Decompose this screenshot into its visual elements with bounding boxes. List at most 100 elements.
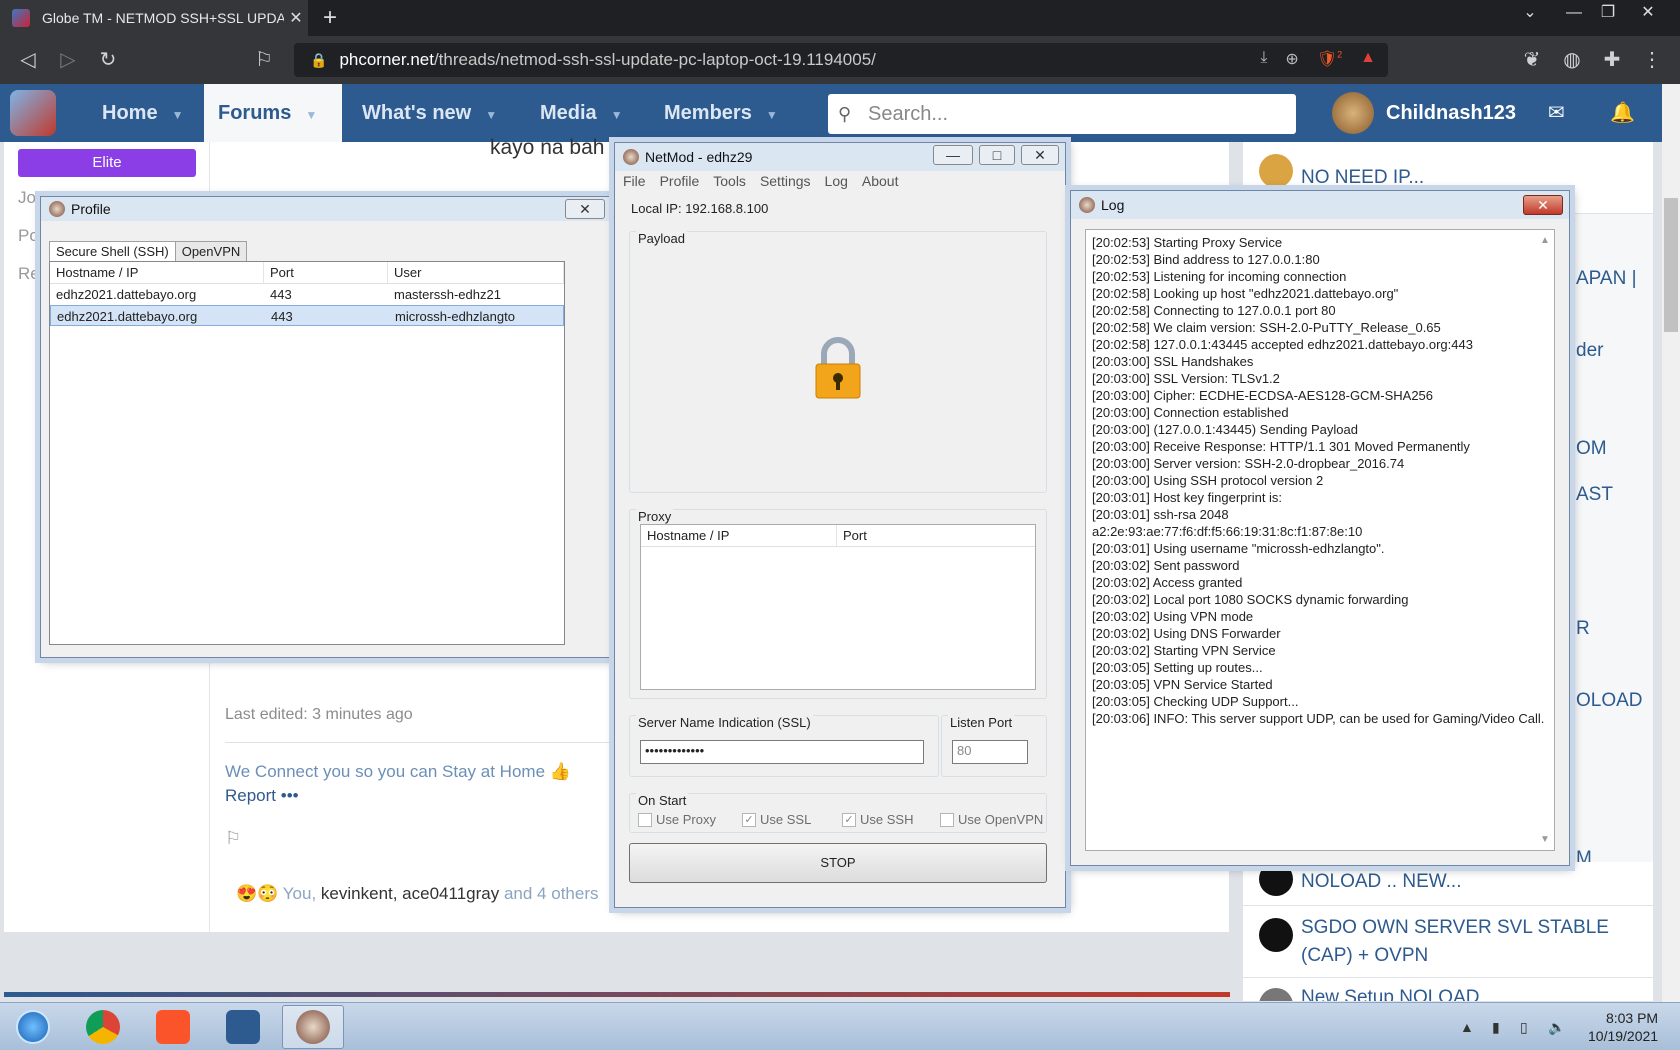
battery-icon[interactable]: ▯ [1520,1003,1528,1050]
column-header[interactable]: Hostname / IP [641,525,837,546]
download-icon[interactable]: ⤓ [1260,49,1267,69]
nav-forums[interactable]: Forums ▼ [204,84,342,142]
extension-color-icon[interactable]: ◍ [1560,48,1584,72]
tab-openvpn[interactable]: OpenVPN [174,241,248,262]
thread-link-fragment[interactable]: OM [1576,438,1607,460]
column-header[interactable]: Port [264,262,388,283]
thread-link[interactable]: SGDO OWN SERVER SVL STABLE (CAP) + OVPN [1243,906,1653,978]
chevron-down-icon[interactable]: ▼ [305,108,317,122]
reactions-more[interactable]: and 4 others [504,884,599,903]
flag-icon[interactable]: ⚐ [225,828,241,849]
checkmark-icon[interactable]: ✓ [742,812,756,827]
reactions-bar[interactable]: 😍😳 You, kevinkent, ace0411gray and 4 oth… [236,884,598,904]
chevron-down-icon[interactable]: ▼ [485,108,497,122]
use-ssh-checkbox[interactable]: ✓ Use SSH [842,812,913,827]
site-logo[interactable] [10,90,56,136]
log-output[interactable]: [20:02:53] Starting Proxy Service [20:02:… [1085,229,1555,851]
start-button[interactable] [2,1005,64,1049]
thread-link-fragment[interactable]: AST [1576,484,1613,506]
checkbox-box[interactable] [940,812,954,827]
chevron-down-icon[interactable]: ▼ [172,108,184,122]
nav-home[interactable]: Home ▼ [88,84,197,142]
restore-window-button[interactable]: ❐ [1590,0,1626,30]
volume-icon[interactable]: 🔈 [1548,1003,1565,1050]
column-header[interactable]: Hostname / IP [50,262,264,283]
checkbox-box[interactable] [638,812,652,827]
tab-search-icon[interactable]: ⌄ [1512,0,1548,30]
tray-expand-icon[interactable]: ▲ [1460,1003,1474,1050]
column-header[interactable]: User [388,262,564,283]
use-proxy-checkbox[interactable]: Use Proxy [638,812,716,827]
netmod-titlebar[interactable]: NetMod - edhz29 — □ ✕ [615,143,1065,171]
listen-port-field[interactable]: 80 [952,740,1028,764]
report-link[interactable]: Report ••• [225,786,299,806]
log-scrollbar[interactable]: ▲ ▼ [1538,232,1552,848]
bookmark-icon[interactable]: ⚐ [252,48,276,72]
maximize-button[interactable]: □ [979,145,1015,165]
thread-link-fragment[interactable]: R [1576,618,1590,640]
browser-menu-icon[interactable]: ⋮ [1640,48,1664,72]
zoom-icon[interactable]: ⊕ [1285,49,1298,69]
use-ssl-checkbox[interactable]: ✓ Use SSL [742,812,811,827]
close-icon[interactable]: ✕ [1523,195,1563,215]
thread-link-fragment[interactable]: der [1576,340,1603,362]
close-icon[interactable]: ✕ [565,199,605,219]
inbox-icon[interactable]: ✉ [1548,84,1565,142]
nav-members[interactable]: Members ▼ [650,84,792,142]
menu-settings[interactable]: Settings [760,173,811,191]
menu-about[interactable]: About [862,173,899,191]
menu-log[interactable]: Log [825,173,848,191]
minimize-button[interactable]: — [933,145,973,165]
sni-field[interactable]: ••••••••••••• [640,740,924,764]
menu-tools[interactable]: Tools [713,173,746,191]
tab-ssh[interactable]: Secure Shell (SSH) [49,241,176,262]
thread-link[interactable]: New Setup NOLOAD [1243,978,1653,1002]
tab-close-icon[interactable]: ✕ [284,8,308,28]
table-row-selected[interactable]: edhz2021.dattebayo.org 443 microssh-edhz… [50,305,564,326]
rewards-icon[interactable]: ▲ [1360,49,1376,69]
back-icon[interactable]: ◁ [16,48,40,72]
site-search-input[interactable]: ⚲ Search... [828,94,1296,134]
chrome-taskbar-icon[interactable] [72,1005,134,1049]
chevron-down-icon[interactable]: ▼ [611,108,623,122]
extensions-puzzle-icon[interactable]: ✚ [1600,48,1624,72]
reload-icon[interactable]: ↻ [96,48,120,72]
page-scrollbar-thumb[interactable] [1664,198,1678,332]
user-avatar[interactable] [1332,92,1374,134]
thread-link-fragment[interactable]: OLOAD [1576,690,1643,712]
extension-bat-icon[interactable]: ❦ [1520,48,1544,72]
thread-link-fragment[interactable]: APAN | [1576,268,1637,290]
stop-button[interactable]: STOP [629,843,1047,883]
menu-profile[interactable]: Profile [660,173,700,191]
forward-icon[interactable]: ▷ [56,48,80,72]
close-window-button[interactable]: ✕ [1630,0,1666,30]
profile-list[interactable]: Hostname / IP Port User edhz2021.datteba… [49,261,565,645]
notifications-bell-icon[interactable]: 🔔 [1610,84,1635,142]
new-tab-button[interactable]: + [318,4,342,32]
netmod-taskbar-icon[interactable] [282,1005,344,1049]
minimize-window-button[interactable]: — [1556,0,1592,30]
payload-label: Payload [636,231,687,246]
browser-tab-active[interactable]: Globe TM - NETMOD SSH+SSL UPDATE ✕ [0,0,308,36]
brave-shield-icon[interactable]: 🛡2 [1317,49,1342,69]
brave-taskbar-icon[interactable] [142,1005,204,1049]
checkmark-icon[interactable]: ✓ [842,812,856,827]
nav-media[interactable]: Media ▼ [526,84,637,142]
vpn-shield-taskbar-icon[interactable] [212,1005,274,1049]
use-openvpn-checkbox[interactable]: Use OpenVPN [940,812,1043,827]
table-row[interactable]: edhz2021.dattebayo.org 443 masterssh-edh… [50,284,564,305]
address-bar[interactable]: 🔒 phcorner.net /threads/netmod-ssh-ssl-u… [294,43,1388,77]
profile-titlebar[interactable]: Profile ✕ [41,197,611,221]
username[interactable]: Childnash123 [1386,84,1516,142]
nav-whats-new[interactable]: What's new ▼ [348,84,511,142]
close-icon[interactable]: ✕ [1021,145,1059,165]
system-clock[interactable]: 8:03 PM 10/19/2021 [1588,1009,1658,1045]
log-titlebar[interactable]: Log ✕ [1071,191,1569,219]
network-signal-icon[interactable]: ▮ [1492,1003,1500,1050]
thread-link[interactable]: NOLOAD .. NEW... [1243,862,1653,906]
column-header[interactable]: Port [837,525,1035,546]
chevron-down-icon[interactable]: ▼ [766,108,778,122]
proxy-list[interactable]: Hostname / IP Port [640,524,1036,690]
reactions-users[interactable]: kevinkent, ace0411gray [321,884,499,903]
menu-file[interactable]: File [623,173,646,191]
